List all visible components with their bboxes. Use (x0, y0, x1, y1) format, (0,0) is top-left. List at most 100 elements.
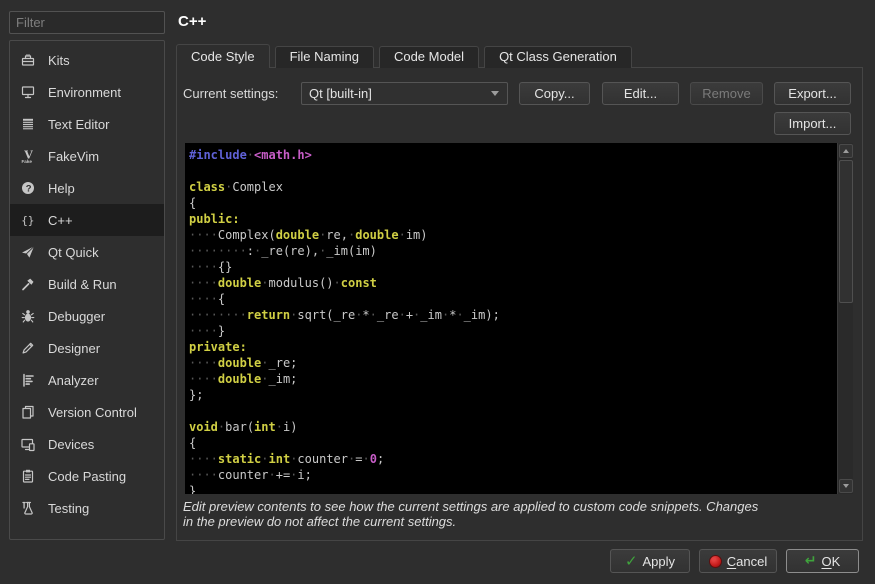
sidebar-item-label: Environment (48, 85, 121, 100)
devices-icon (19, 435, 37, 453)
helper-text: Edit preview contents to see how the cur… (183, 499, 855, 529)
hammer-icon (19, 275, 37, 293)
code-line: ····double·_im; (189, 371, 836, 387)
code-style-combobox[interactable]: Qt [built-in] (301, 82, 508, 105)
help-icon: ? (19, 179, 37, 197)
sidebar-item-c++[interactable]: {} C++ (10, 204, 164, 236)
copy-button[interactable]: Copy... (519, 82, 590, 105)
clipboard-icon (19, 467, 37, 485)
ok-label: OK (821, 554, 840, 569)
bug-icon (19, 307, 37, 325)
cancel-mnemonic: C (727, 554, 736, 569)
code-line: void·bar(int·i) (189, 419, 836, 435)
tab-qt-class-generation[interactable]: Qt Class Generation (484, 46, 632, 68)
code-line: #include·<math.h> (189, 147, 836, 163)
code-line: ····counter·+=·i; (189, 467, 836, 483)
pages-icon (19, 403, 37, 421)
sidebar-item-label: Testing (48, 501, 89, 516)
code-style-pane: Current settings: Qt [built-in] Copy... … (176, 67, 863, 541)
code-line: ····{ (189, 291, 836, 307)
code-text: #include·<math.h>class·Complex{public:··… (189, 147, 836, 494)
enter-arrow-icon: ↵ (805, 554, 817, 568)
dialog-buttons: ✓ Apply Cancel ↵ OK (610, 549, 859, 573)
sidebar-item-qt-quick[interactable]: Qt Quick (10, 236, 164, 268)
code-preview-editor[interactable]: #include·<math.h>class·Complex{public:··… (185, 143, 853, 494)
check-icon: ✓ (625, 554, 638, 569)
svg-text:Fake: Fake (22, 159, 33, 164)
options-dialog: Kits Environment Text Editor VFake FakeVim? H… (0, 0, 875, 584)
sidebar-item-label: Kits (48, 53, 70, 68)
export-button[interactable]: Export... (774, 82, 851, 105)
fakevim-icon: VFake (19, 147, 37, 165)
pencil-icon (19, 339, 37, 357)
scroll-down-button[interactable] (839, 479, 853, 493)
code-line: ····double·modulus()·const (189, 275, 836, 291)
sidebar-item-testing[interactable]: Testing (10, 492, 164, 524)
cancel-label-rest: ancel (736, 554, 767, 569)
ok-button[interactable]: ↵ OK (786, 549, 859, 573)
code-line: ····static·int·counter·=·0; (189, 451, 836, 467)
sidebar-item-text-editor[interactable]: Text Editor (10, 108, 164, 140)
sidebar-item-version-control[interactable]: Version Control (10, 396, 164, 428)
sidebar-item-label: Designer (48, 341, 100, 356)
ok-label-rest: K (832, 554, 841, 569)
edit-button[interactable]: Edit... (602, 82, 679, 105)
code-line: ····{} (189, 259, 836, 275)
environment-icon (19, 83, 37, 101)
remove-button[interactable]: Remove (690, 82, 763, 105)
sidebar-item-label: Version Control (48, 405, 137, 420)
helper-line-2: in the preview do not affect the current… (183, 514, 855, 529)
code-line: public: (189, 211, 836, 227)
cancel-button[interactable]: Cancel (699, 549, 777, 573)
sidebar-item-label: Analyzer (48, 373, 99, 388)
code-line: { (189, 435, 836, 451)
import-button[interactable]: Import... (774, 112, 851, 135)
svg-text:?: ? (26, 183, 32, 194)
code-line (189, 163, 836, 179)
sidebar-item-help[interactable]: ? Help (10, 172, 164, 204)
code-line: ········:·_re(re),·_im(im) (189, 243, 836, 259)
sidebar-item-label: Debugger (48, 309, 105, 324)
svg-text:{}: {} (21, 214, 34, 227)
scroll-up-button[interactable] (839, 144, 853, 158)
code-line: class·Complex (189, 179, 836, 195)
sidebar-item-label: C++ (48, 213, 73, 228)
sidebar-item-build-run[interactable]: Build & Run (10, 268, 164, 300)
sidebar-item-label: Help (48, 181, 75, 196)
sidebar-item-debugger[interactable]: Debugger (10, 300, 164, 332)
sidebar-item-designer[interactable]: Designer (10, 332, 164, 364)
triangle-up-icon (843, 149, 849, 153)
sidebar-item-label: Devices (48, 437, 94, 452)
combobox-value: Qt [built-in] (302, 86, 491, 101)
analyzer-bars-icon (19, 371, 37, 389)
filter-input[interactable] (9, 11, 165, 34)
tab-code-model[interactable]: Code Model (379, 46, 479, 68)
code-line: ····double·_re; (189, 355, 836, 371)
sidebar-item-kits[interactable]: Kits (10, 44, 164, 76)
sidebar-item-label: FakeVim (48, 149, 99, 164)
triangle-down-icon (843, 484, 849, 488)
scrollbar-thumb[interactable] (839, 160, 853, 303)
code-line: private: (189, 339, 836, 355)
sidebar-item-analyzer[interactable]: Analyzer (10, 364, 164, 396)
flask-icon (19, 499, 37, 517)
code-line: ····Complex(double·re,·double·im) (189, 227, 836, 243)
sidebar-item-devices[interactable]: Devices (10, 428, 164, 460)
sidebar-item-label: Qt Quick (48, 245, 99, 260)
tab-code-style[interactable]: Code Style (176, 44, 270, 68)
cpp-braces-icon: {} (19, 211, 37, 229)
code-line: ········return·sqrt(_re·*·_re·+·_im·*·_i… (189, 307, 836, 323)
tab-file-naming[interactable]: File Naming (275, 46, 374, 68)
apply-button[interactable]: ✓ Apply (610, 549, 690, 573)
text-editor-icon (19, 115, 37, 133)
sidebar-item-label: Build & Run (48, 277, 117, 292)
ok-mnemonic: O (821, 554, 831, 569)
vertical-scrollbar[interactable] (837, 143, 853, 494)
sidebar-item-environment[interactable]: Environment (10, 76, 164, 108)
current-settings-label: Current settings: (183, 82, 278, 105)
chevron-down-icon (491, 91, 499, 96)
tab-bar: Code StyleFile NamingCode ModelQt Class … (176, 44, 632, 68)
sidebar-item-code-pasting[interactable]: Code Pasting (10, 460, 164, 492)
cancel-label: Cancel (727, 554, 767, 569)
sidebar-item-fakevim[interactable]: VFake FakeVim (10, 140, 164, 172)
